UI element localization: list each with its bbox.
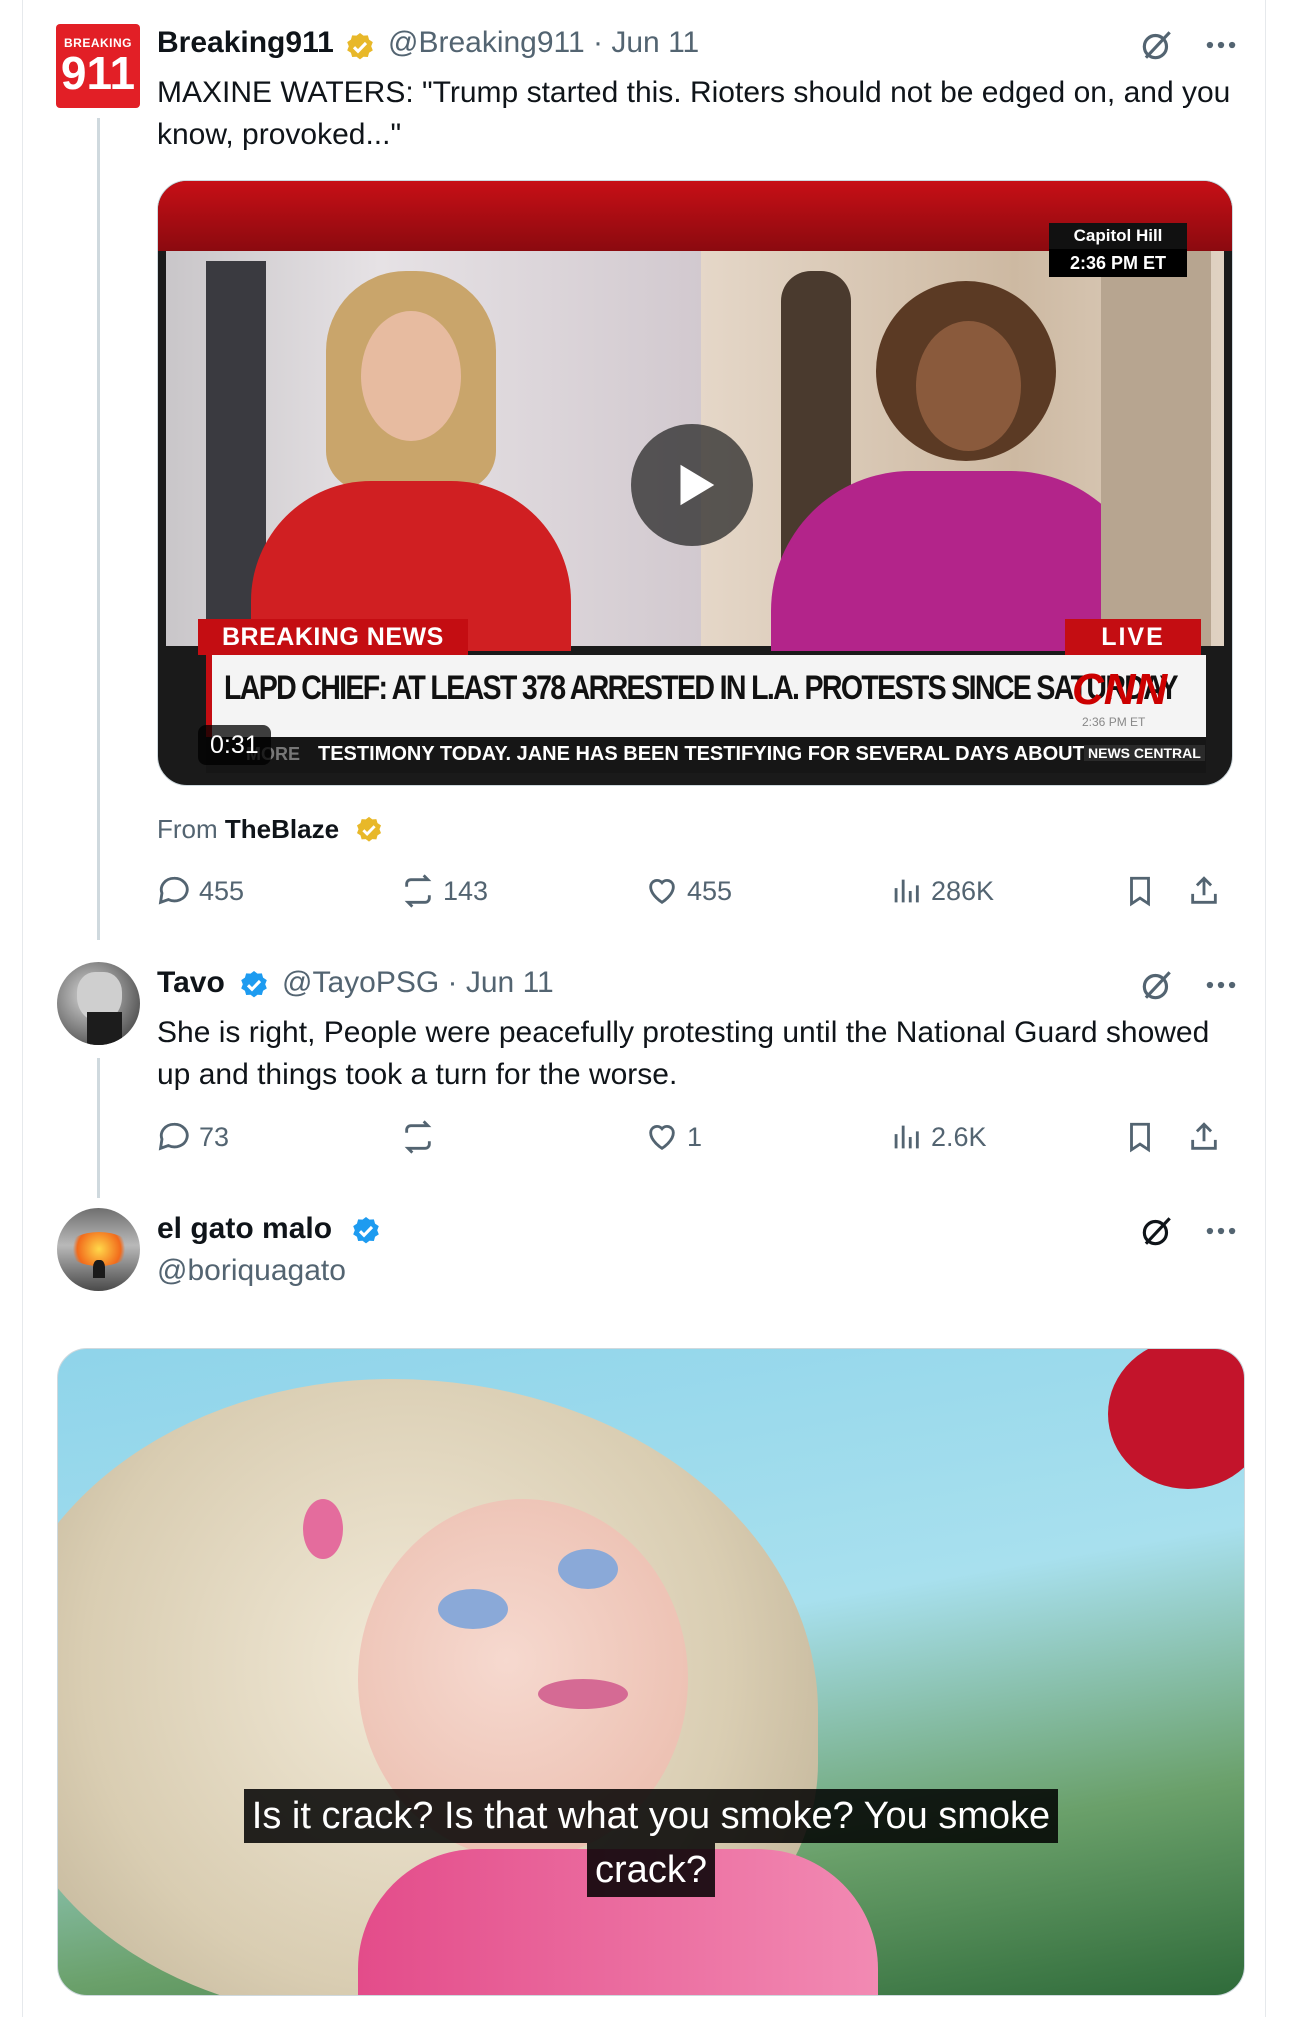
doll-lips [538, 1679, 628, 1709]
caption-line-1: Is it crack? Is that what you smoke? You… [243, 1789, 1059, 1843]
views-icon [894, 879, 919, 903]
grok-icon[interactable] [1138, 1212, 1176, 1250]
handle-text: @TayoPSG [282, 966, 440, 999]
cnn-time: 2:36 PM ET [1082, 715, 1146, 729]
post-date[interactable]: Jun 11 [611, 26, 699, 59]
cnn-logo: CNN [1072, 665, 1168, 714]
breaking911-avatar[interactable]: BREAKING 911 [56, 24, 140, 108]
like-icon [649, 1125, 675, 1151]
post-date[interactable]: Jun 11 [466, 966, 554, 999]
tweet-actions: 73 1 2.6K [157, 1120, 1237, 1164]
reply-button[interactable]: 455 [157, 874, 244, 908]
author-handle[interactable]: @TayoPSG · Jun 11 [282, 966, 554, 1000]
like-count: 455 [687, 875, 733, 906]
doll-eye-right [558, 1549, 618, 1589]
meme-image[interactable]: Is it crack? Is that what you smoke? You… [57, 1348, 1245, 1996]
anchor-face [361, 311, 461, 441]
view-count: 2.6K [931, 1121, 987, 1152]
tweet-top-actions [1138, 26, 1240, 64]
tavo-avatar[interactable] [57, 962, 140, 1045]
avatar-figure-body [87, 1012, 122, 1045]
repost-icon [404, 874, 432, 908]
reply-icon [158, 1122, 189, 1151]
headline-text: LAPD CHIEF: AT LEAST 378 ARRESTED IN L.A… [224, 669, 1179, 707]
like-icon [649, 879, 675, 905]
ticker-brand: NEWS CENTRAL [1084, 745, 1205, 761]
author-name[interactable]: Breaking911 [157, 26, 334, 60]
breaking-news-banner: BREAKING NEWS [198, 619, 468, 655]
tweet-top-actions [1138, 1212, 1240, 1250]
hallway-column [1101, 251, 1211, 646]
share-button[interactable] [1187, 874, 1221, 908]
meme-caption: Is it crack? Is that what you smoke? You… [58, 1789, 1244, 1897]
tweet-actions: 455 143 455 286K [157, 874, 1237, 918]
bookmark-icon [1130, 876, 1150, 907]
author-name[interactable]: el gato malo [157, 1212, 332, 1246]
share-button[interactable] [1187, 1120, 1221, 1154]
from-label: From [157, 814, 218, 844]
reply-count: 455 [199, 875, 245, 906]
video-duration: 0:31 [198, 725, 271, 765]
source-verified-badge [357, 816, 381, 842]
el-gato-malo-avatar[interactable] [57, 1208, 140, 1291]
author-name[interactable]: Tavo [157, 966, 225, 1000]
handle-text: @Breaking911 [388, 26, 585, 59]
verified-blue-badge [241, 971, 267, 998]
grok-icon[interactable] [1138, 26, 1176, 64]
tweet-text: She is right, People were peacefully pro… [157, 1016, 1210, 1091]
red-object [1108, 1349, 1244, 1489]
thread-connector-2 [97, 1058, 100, 1198]
more-icon[interactable] [1202, 26, 1240, 64]
thread-connector [97, 118, 100, 940]
reply-icon [158, 876, 189, 905]
views-button[interactable]: 286K [889, 874, 994, 908]
anchor-panel [166, 251, 701, 651]
tweet-text: MAXINE WATERS: "Trump started this. Riot… [157, 76, 1231, 151]
like-button[interactable]: 455 [645, 874, 732, 908]
bookmark-button[interactable] [1123, 1120, 1157, 1154]
reply-button[interactable]: 73 [157, 1120, 229, 1154]
share-icon [1191, 1122, 1217, 1150]
caption-line-2: crack? [587, 1843, 715, 1897]
play-button[interactable] [631, 424, 753, 546]
headline-bar: LAPD CHIEF: AT LEAST 378 ARRESTED IN L.A… [206, 655, 1206, 737]
more-icon[interactable] [1202, 1212, 1240, 1250]
more-icon[interactable] [1202, 966, 1240, 1004]
repost-icon [404, 1120, 432, 1154]
bookmark-icon [1130, 1122, 1150, 1153]
location-label: Capitol Hill [1049, 223, 1187, 249]
avatar-logo-number: 911 [60, 47, 136, 99]
author-handle[interactable]: @boriquagato [157, 1254, 346, 1288]
like-count: 1 [687, 1121, 703, 1152]
video-player[interactable]: Capitol Hill 2:36 PM ET BREAKING NEWS LI… [157, 180, 1233, 786]
bookmark-button[interactable] [1123, 874, 1157, 908]
live-indicator: LIVE [1065, 619, 1201, 655]
ticker-text: TESTIMONY TODAY. JANE HAS BEEN TESTIFYIN… [318, 743, 1118, 765]
avatar-cat [93, 1260, 105, 1278]
guest-face [916, 321, 1021, 451]
repost-count: 143 [443, 875, 489, 906]
share-icon [1191, 876, 1217, 904]
view-count: 286K [931, 875, 995, 906]
author-handle[interactable]: @Breaking911 · Jun 11 [388, 26, 699, 60]
tweet-top-actions [1138, 966, 1240, 1004]
verified-gold-badge [347, 33, 373, 60]
play-icon [680, 464, 715, 506]
views-icon [894, 1125, 919, 1149]
verified-blue-badge [353, 1217, 379, 1244]
like-button[interactable]: 1 [645, 1120, 702, 1154]
repost-button[interactable] [401, 1120, 443, 1154]
broadcast-time: 2:36 PM ET [1049, 249, 1187, 277]
repost-button[interactable]: 143 [401, 874, 488, 908]
grok-icon[interactable] [1138, 966, 1176, 1004]
news-ticker: MORE TESTIMONY TODAY. JANE HAS BEEN TEST… [206, 737, 1206, 773]
doll-eye-left [438, 1589, 508, 1629]
source-link[interactable]: TheBlaze [225, 814, 339, 844]
attribution: From TheBlaze [157, 814, 339, 845]
hair-clip [303, 1499, 343, 1559]
reply-count: 73 [199, 1121, 230, 1152]
guest-panel [701, 251, 1224, 651]
views-button[interactable]: 2.6K [889, 1120, 987, 1154]
